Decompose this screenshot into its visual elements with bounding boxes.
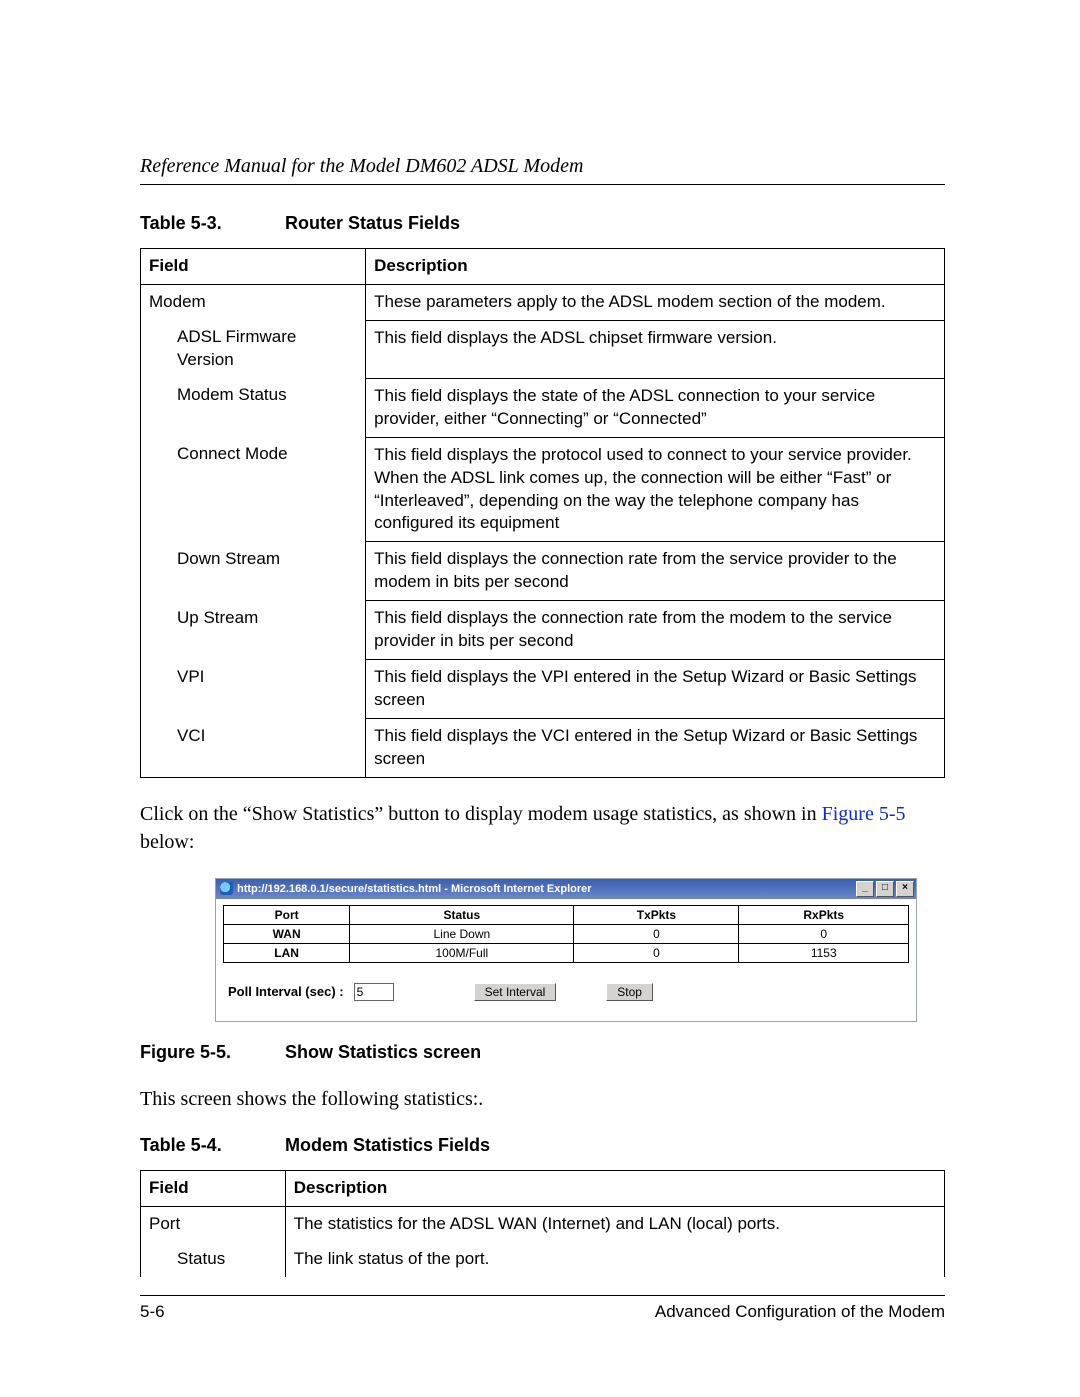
t53-cmode-field: Connect Mode [149,443,357,466]
stats-wan-rx: 0 [739,924,909,943]
paragraph-1: Click on the “Show Statistics” button to… [140,800,945,856]
window-minimize-button[interactable]: _ [856,881,874,897]
t53-modem-field: Modem [141,284,366,320]
table-5-4-number: Table 5-4. [140,1135,280,1156]
t53-mstatus-desc: This field displays the state of the ADS… [366,378,945,437]
table-5-4-caption: Table 5-4. Modem Statistics Fields [140,1135,945,1156]
set-interval-button[interactable]: Set Interval [474,983,557,1001]
p1-text-b: below: [140,831,194,853]
figure-5-5-title: Show Statistics screen [285,1042,481,1062]
figure-5-5-link[interactable]: Figure 5-5 [822,803,906,825]
stats-row-wan: WAN Line Down 0 0 [224,924,909,943]
t53-up-desc: This field displays the connection rate … [366,601,945,660]
ie-title: http://192.168.0.1/secure/statistics.htm… [237,883,592,895]
t54-port-desc: The statistics for the ADSL WAN (Interne… [285,1206,944,1241]
page-number: 5-6 [140,1302,165,1322]
stats-lan-rx: 1153 [739,943,909,962]
t53-adslfw-desc: This field displays the ADSL chipset fir… [366,320,945,378]
page-footer: 5-6 Advanced Configuration of the Modem [140,1302,945,1322]
t53-down-field: Down Stream [149,548,357,571]
t53-vci-field: VCI [149,725,357,748]
t53-vpi-field: VPI [149,666,357,689]
t53-head-field: Field [141,249,366,285]
window-maximize-button[interactable]: □ [876,881,894,897]
t53-vpi-desc: This field displays the VPI entered in t… [366,660,945,719]
t53-adslfw-field: ADSL Firmware Version [149,326,357,372]
stats-row-lan: LAN 100M/Full 0 1153 [224,943,909,962]
table-5-3-number: Table 5-3. [140,213,280,234]
t53-modem-desc: These parameters apply to the ADSL modem… [366,284,945,320]
stats-head-port: Port [224,905,350,924]
table-5-3: Field Description Modem These parameters… [140,248,945,778]
statistics-screenshot: http://192.168.0.1/secure/statistics.htm… [215,878,917,1022]
footer-rule [140,1295,945,1296]
stats-lan-status: 100M/Full [350,943,574,962]
figure-5-5-caption: Figure 5-5. Show Statistics screen [140,1042,945,1063]
window-close-button[interactable]: × [896,881,914,897]
stats-wan-status: Line Down [350,924,574,943]
stats-wan-port: WAN [224,924,350,943]
t54-status-field: Status [149,1248,277,1271]
t53-vci-desc: This field displays the VCI entered in t… [366,719,945,778]
p1-text-a: Click on the “Show Statistics” button to… [140,803,822,825]
poll-controls: Poll Interval (sec) : Set Interval Stop [216,967,916,1021]
poll-interval-input[interactable] [354,983,394,1001]
t53-head-desc: Description [366,249,945,285]
t53-cmode-desc: This field displays the protocol used to… [366,437,945,542]
statistics-table: Port Status TxPkts RxPkts WAN Line Down … [223,905,909,963]
table-5-4: Field Description Port The statistics fo… [140,1170,945,1277]
section-title: Advanced Configuration of the Modem [655,1302,945,1322]
table-5-4-title: Modem Statistics Fields [285,1135,490,1155]
stats-head-rx: RxPkts [739,905,909,924]
ie-titlebar: http://192.168.0.1/secure/statistics.htm… [216,879,916,899]
table-5-3-caption: Table 5-3. Router Status Fields [140,213,945,234]
paragraph-2: This screen shows the following statisti… [140,1085,945,1113]
stats-head-tx: TxPkts [574,905,739,924]
stop-button[interactable]: Stop [606,983,653,1001]
header-rule [140,184,945,185]
t54-port-field: Port [141,1206,286,1241]
t53-up-field: Up Stream [149,607,357,630]
t53-down-desc: This field displays the connection rate … [366,542,945,601]
t54-head-field: Field [141,1170,286,1206]
running-header: Reference Manual for the Model DM602 ADS… [140,155,945,184]
poll-label: Poll Interval (sec) : [228,984,344,999]
stats-lan-port: LAN [224,943,350,962]
stats-head-status: Status [350,905,574,924]
ie-icon [220,882,233,895]
stats-wan-tx: 0 [574,924,739,943]
t54-status-desc: The link status of the port. [285,1242,944,1277]
stats-lan-tx: 0 [574,943,739,962]
figure-5-5-number: Figure 5-5. [140,1042,280,1063]
table-5-3-title: Router Status Fields [285,213,460,233]
t53-mstatus-field: Modem Status [149,384,357,407]
t54-head-desc: Description [285,1170,944,1206]
